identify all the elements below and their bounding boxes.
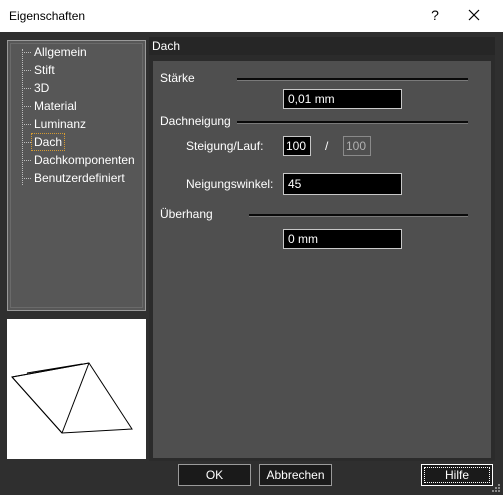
close-button[interactable] [462,4,486,26]
ueberhang-group-label: Überhang [160,207,213,221]
tree-item-luminanz[interactable]: Luminanz [34,116,86,132]
ueberhang-input[interactable]: 0 mm [283,229,402,249]
dialog-client: Allgemein Stift 3D Material Luminanz Dac… [0,32,503,495]
help-title-button[interactable]: ? [426,4,444,26]
steigung-lauf-label: Steigung/Lauf: [186,139,264,153]
panel-body: Stärke 0,01 mm Dachneigung Steigung/Lauf… [153,61,491,458]
dachneigung-group-label: Dachneigung [160,114,231,128]
tree-item-benutzerdefiniert[interactable]: Benutzerdefiniert [34,170,125,186]
neigungswinkel-label: Neigungswinkel: [186,177,274,191]
window-title: Eigenschaften [9,9,86,23]
resize-grip-icon[interactable] [491,483,501,493]
roof-preview-drawing [11,362,133,434]
properties-panel: Dach Stärke 0,01 mm Dachneigung Steigung… [149,37,495,461]
staerke-separator [237,78,468,81]
ok-button[interactable]: OK [178,464,251,486]
lauf-input[interactable]: 100 [343,136,371,156]
dachneigung-separator [237,121,468,124]
property-tree[interactable]: Allgemein Stift 3D Material Luminanz Dac… [7,40,146,311]
close-icon [468,9,480,21]
ueberhang-separator [249,214,468,217]
staerke-input[interactable]: 0,01 mm [283,89,402,109]
tree-item-allgemein[interactable]: Allgemein [34,44,87,60]
neigungswinkel-input[interactable]: 45 [283,173,402,195]
slash-separator: / [325,139,329,153]
title-bar: Eigenschaften ? [0,0,503,32]
tree-item-dachkomponenten[interactable]: Dachkomponenten [34,152,135,168]
panel-header: Dach [149,37,495,55]
roof-preview [7,319,146,459]
steigung-input[interactable]: 100 [283,136,311,156]
tree-item-stift[interactable]: Stift [34,62,55,78]
tree-item-dach[interactable]: Dach [30,133,66,151]
cancel-button[interactable]: Abbrechen [259,464,332,486]
staerke-group-label: Stärke [160,71,195,85]
help-button[interactable]: Hilfe [421,464,493,486]
tree-item-material[interactable]: Material [34,98,77,114]
tree-item-3d[interactable]: 3D [34,80,49,96]
